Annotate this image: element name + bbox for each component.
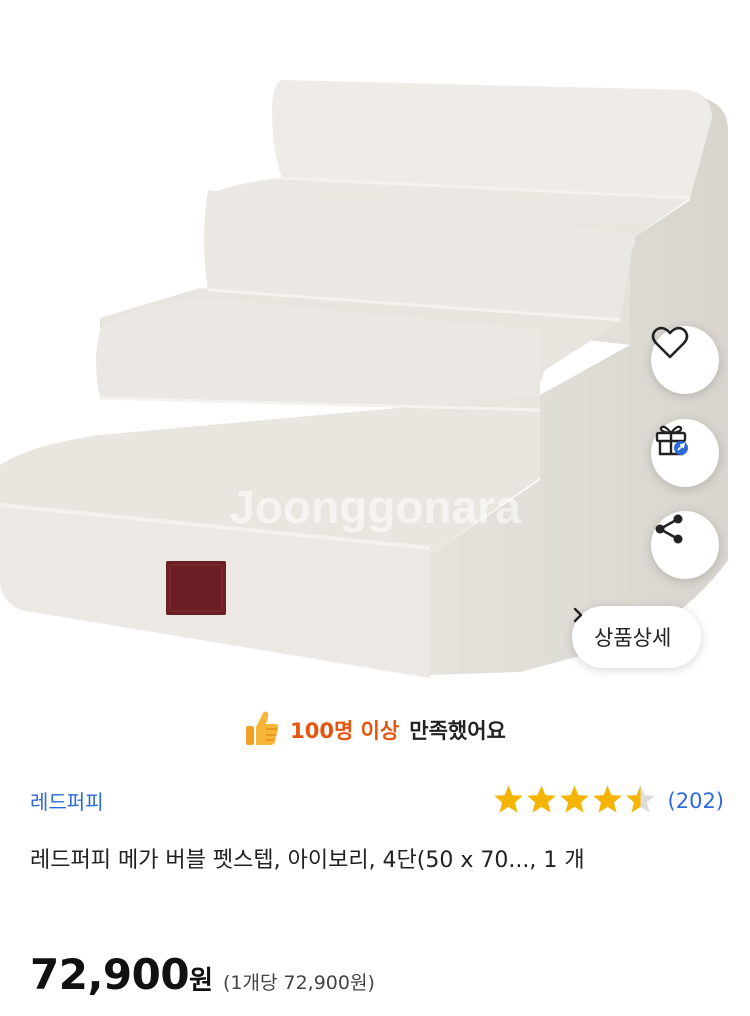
unit-price: (1개당 72,900원): [223, 972, 375, 994]
star-icon: [493, 784, 524, 818]
price-currency: 원: [189, 966, 213, 996]
pet-stairs-illustration: Joonggonara: [0, 80, 728, 678]
price-amount: 72,900: [30, 950, 190, 999]
product-detail-button[interactable]: 상품상세: [572, 606, 702, 668]
satisfaction-banner: 100명 이상 만족했어요: [0, 706, 750, 754]
product-title: 레드퍼피 메가 버블 펫스텝, 아이보리, 4단(50 x 70..., 1 개: [30, 848, 585, 873]
rating[interactable]: (202): [493, 784, 724, 818]
satisfaction-text: 만족했어요: [409, 719, 506, 743]
product-detail-label: 상품상세: [594, 626, 672, 650]
product-image[interactable]: Joonggonara 상품상세: [0, 0, 750, 700]
seller-link[interactable]: 레드퍼피: [30, 786, 104, 815]
review-count[interactable]: (202): [668, 789, 724, 813]
share-button[interactable]: [651, 511, 719, 579]
star-icon: [526, 784, 557, 818]
half-star-icon: [625, 784, 656, 818]
gift-button[interactable]: [651, 419, 719, 487]
thumbs-up-icon: [244, 709, 280, 752]
price-block: 72,900 원 (1개당 72,900원): [30, 950, 375, 999]
satisfaction-highlight: 100명 이상: [290, 719, 400, 743]
star-icon: [592, 784, 623, 818]
wishlist-button[interactable]: [651, 326, 719, 394]
watermark-text: Joonggonara: [229, 481, 521, 533]
star-icon: [559, 784, 590, 818]
